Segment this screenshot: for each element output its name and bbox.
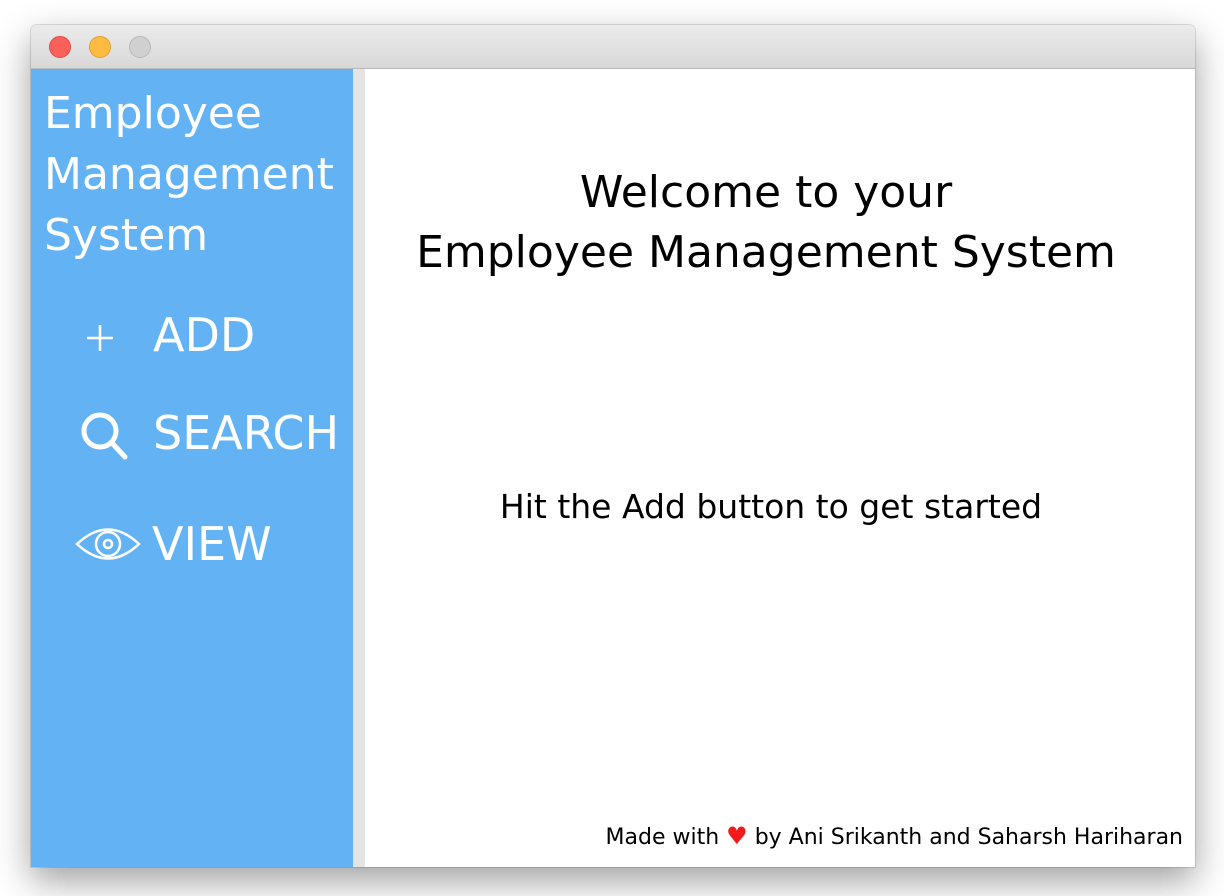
search-button[interactable]: SEARCH xyxy=(71,401,351,465)
view-button[interactable]: VIEW xyxy=(71,512,351,576)
sidebar: Employee Management System ADD SEARCH VI… xyxy=(31,69,353,867)
welcome-heading: Welcome to your Employee Management Syst… xyxy=(416,167,1116,278)
view-button-label: VIEW xyxy=(152,517,272,571)
add-button[interactable]: ADD xyxy=(71,303,351,367)
main-panel: Welcome to your Employee Management Syst… xyxy=(365,69,1195,867)
eye-icon xyxy=(71,512,151,576)
search-button-label: SEARCH xyxy=(153,406,340,460)
window-titlebar[interactable] xyxy=(31,25,1195,69)
credit-suffix: by Ani Srikanth and Saharsh Hariharan xyxy=(754,825,1183,850)
plus-icon xyxy=(71,303,151,367)
add-button-label: ADD xyxy=(153,308,256,362)
zoom-window-button[interactable] xyxy=(129,36,151,58)
app-title: Employee Management System xyxy=(44,88,334,261)
panel-divider xyxy=(353,69,365,867)
app-window: Employee Management System ADD SEARCH VI… xyxy=(31,25,1195,867)
credit-prefix: Made with xyxy=(605,825,720,850)
get-started-hint: Hit the Add button to get started xyxy=(499,487,1043,526)
search-icon xyxy=(71,401,151,465)
minimize-window-button[interactable] xyxy=(89,36,111,58)
credit-footer: Made with ♥ by Ani Srikanth and Saharsh … xyxy=(606,819,1183,855)
close-window-button[interactable] xyxy=(49,36,71,58)
heart-icon: ♥ xyxy=(726,822,748,850)
